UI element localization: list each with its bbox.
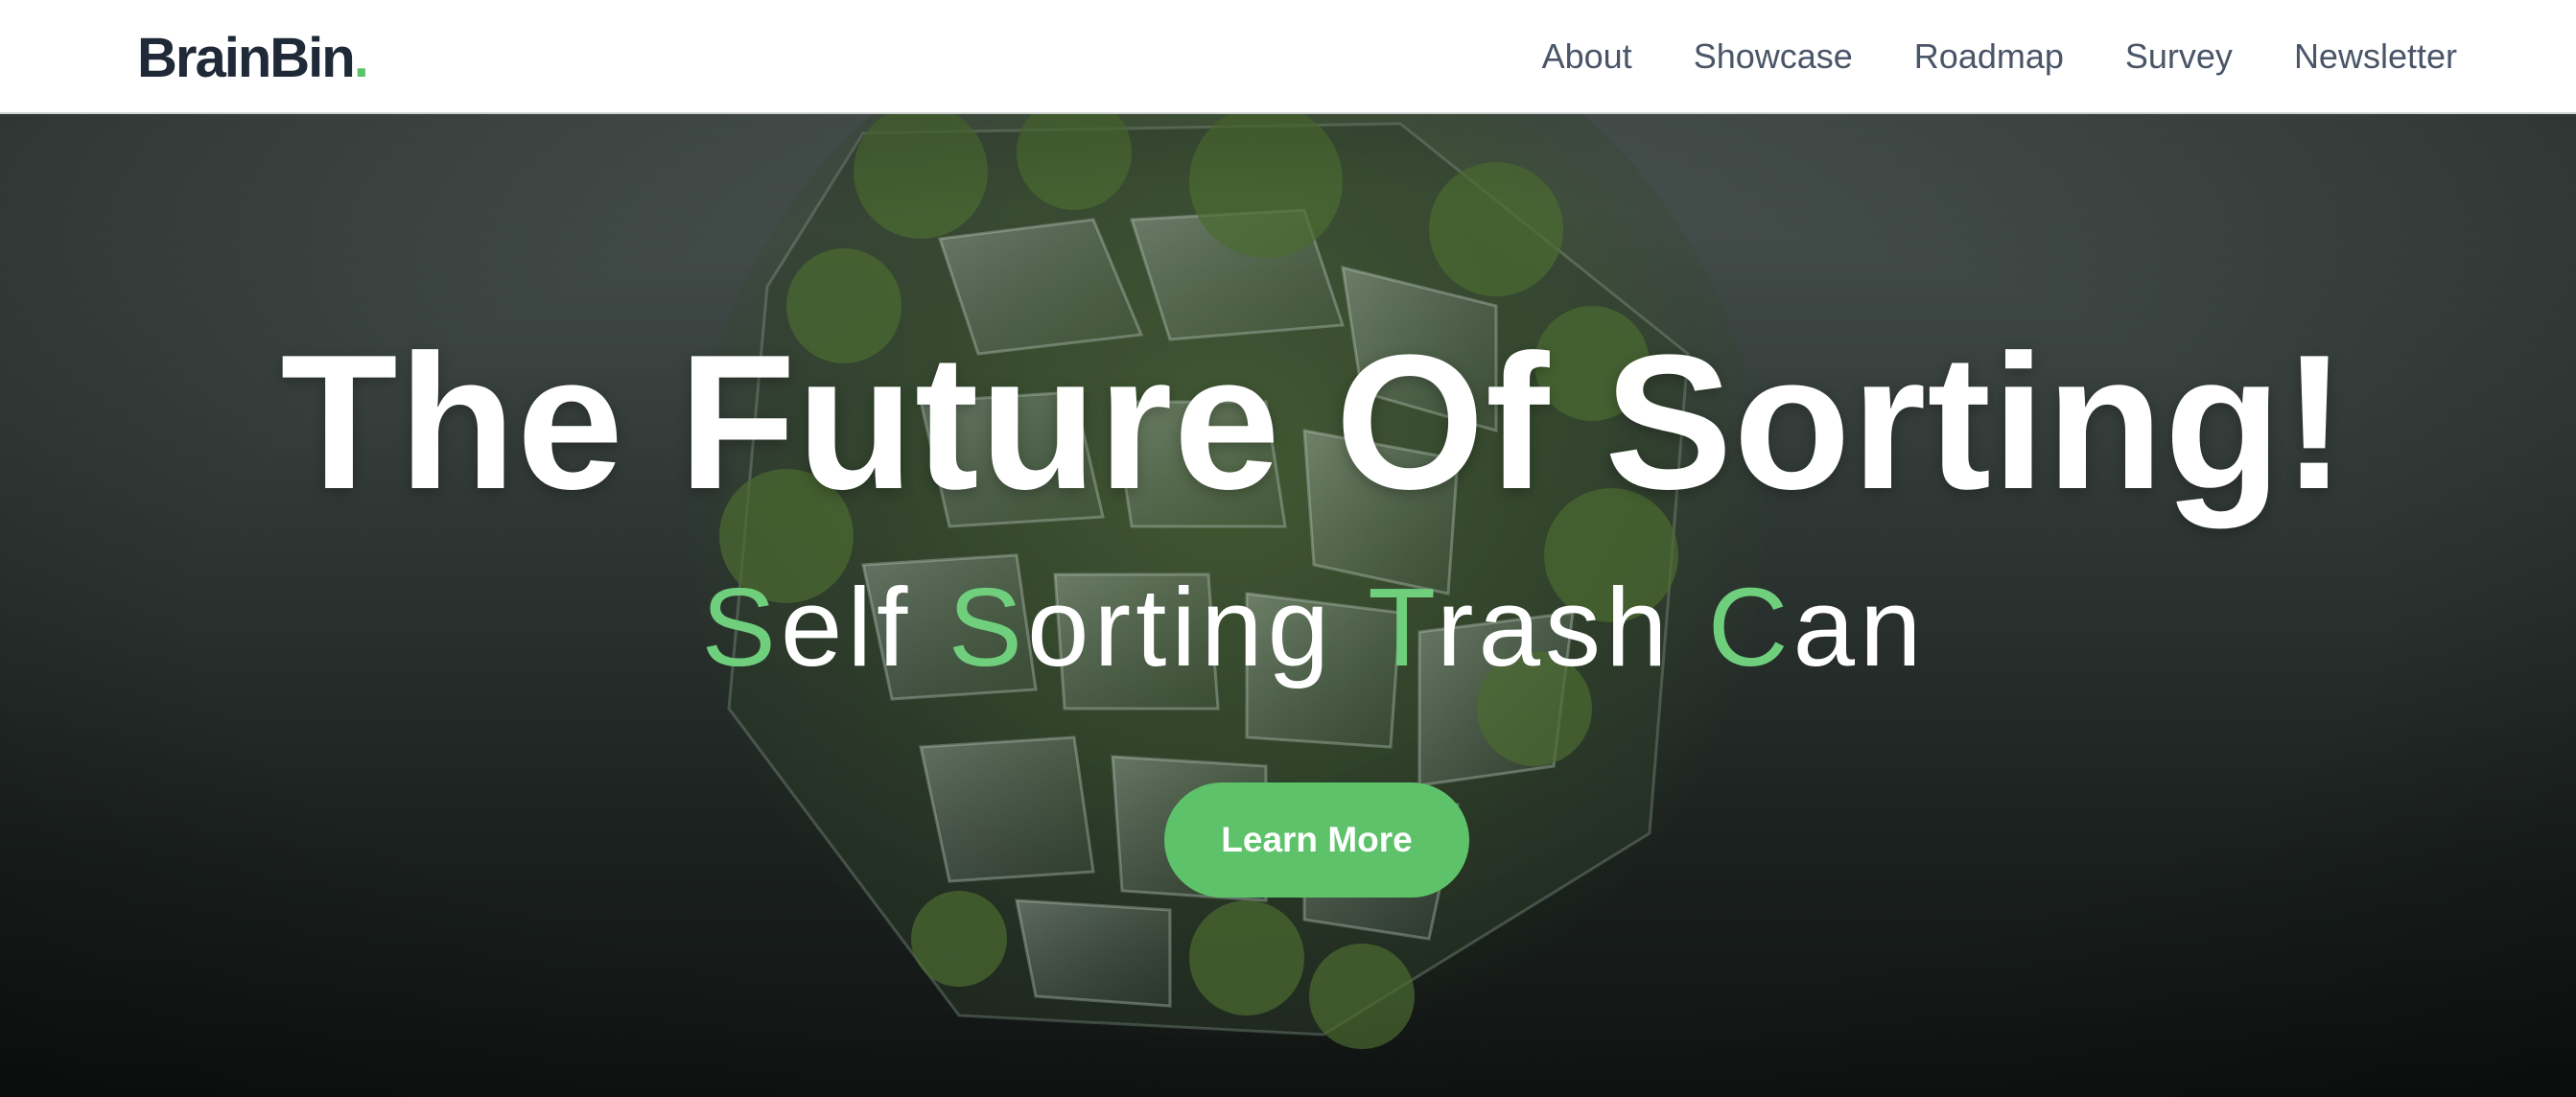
- hero-subtitle: Self Sorting Trash Can: [0, 565, 2576, 689]
- brand-dot: .: [353, 27, 369, 89]
- subtitle-word-trash: Trash: [1368, 565, 1673, 689]
- nav-menu: About Showcase Roadmap Survey Newsletter: [1542, 36, 2457, 77]
- hero-title: The Future Of Sorting!: [280, 315, 2348, 529]
- subtitle-word-self: Self: [701, 565, 913, 689]
- subtitle-word-sorting: Sorting: [948, 565, 1335, 689]
- nav-link-showcase[interactable]: Showcase: [1694, 36, 1853, 76]
- navbar: BrainBin. About Showcase Roadmap Survey …: [0, 0, 2576, 114]
- nav-link-roadmap[interactable]: Roadmap: [1914, 36, 2064, 76]
- nav-link-about[interactable]: About: [1542, 36, 1632, 76]
- brand-logo[interactable]: BrainBin.: [137, 26, 369, 90]
- hero-section: The Future Of Sorting! Self Sorting Tras…: [0, 114, 2576, 1097]
- nav-link-survey[interactable]: Survey: [2125, 36, 2233, 76]
- nav-link-newsletter[interactable]: Newsletter: [2294, 36, 2457, 76]
- subtitle-word-can: Can: [1707, 565, 1927, 689]
- brand-name: BrainBin: [137, 27, 356, 89]
- hero-content: The Future Of Sorting! Self Sorting Tras…: [0, 114, 2576, 1097]
- learn-more-button[interactable]: Learn More: [1164, 782, 1469, 898]
